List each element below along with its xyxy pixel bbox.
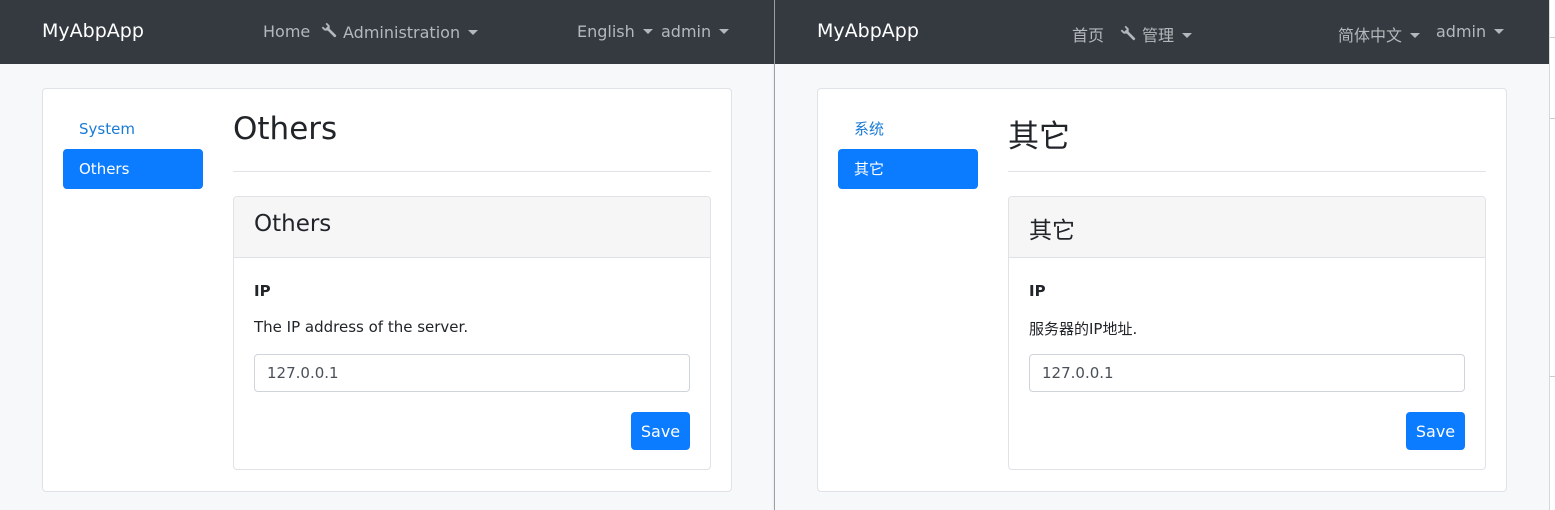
top-navbar: MyAbpApp 首页 管理 简体中文 admin [775, 0, 1549, 64]
sidebar-item-others[interactable]: 其它 [838, 149, 978, 189]
save-button[interactable]: Save [1406, 412, 1465, 450]
ip-field-description: 服务器的IP地址. [1029, 320, 1138, 338]
brand-link[interactable]: MyAbpApp [817, 20, 919, 42]
user-name: admin [1436, 22, 1487, 41]
caret-down-icon [642, 28, 653, 34]
ip-input[interactable] [1029, 354, 1465, 392]
wrench-icon [1120, 25, 1136, 41]
ip-field-label: IP [254, 282, 271, 300]
save-button[interactable]: Save [631, 412, 690, 450]
caret-down-icon [1410, 32, 1421, 38]
window-edge-divider [1550, 376, 1555, 377]
nav-home-link[interactable]: 首页 [1072, 22, 1104, 46]
caret-down-icon [468, 29, 479, 35]
nav-administration-dropdown[interactable]: 管理 [1120, 22, 1193, 46]
settings-group-panel: Others IP The IP address of the server. … [233, 196, 711, 470]
panel-title: Others [254, 211, 332, 237]
sidebar-item-others[interactable]: Others [63, 149, 203, 189]
chinese-app-window: MyAbpApp 首页 管理 简体中文 admin 系统 其它 其它 其它 IP [775, 0, 1549, 510]
panel-header: Others [234, 197, 710, 258]
ip-field-description: The IP address of the server. [254, 318, 469, 336]
user-menu-dropdown[interactable]: admin [661, 22, 730, 41]
nav-administration-label: 管理 [1142, 26, 1175, 45]
nav-home-link[interactable]: Home [263, 22, 310, 41]
window-edge-divider [1550, 37, 1555, 38]
settings-group-panel: 其它 IP 服务器的IP地址. Save [1008, 196, 1486, 470]
page-title: Others [233, 111, 338, 147]
page-title: 其它 [1008, 119, 1070, 155]
wrench-icon [321, 22, 337, 38]
ip-input[interactable] [254, 354, 690, 392]
title-divider [233, 171, 711, 172]
panel-title: 其它 [1029, 218, 1075, 244]
user-menu-dropdown[interactable]: admin [1436, 22, 1505, 41]
panel-header: 其它 [1009, 197, 1485, 258]
settings-card: 系统 其它 其它 其它 IP 服务器的IP地址. Save [817, 88, 1507, 492]
adjacent-window-edge [1549, 0, 1555, 510]
top-navbar: MyAbpApp Home Administration English adm… [0, 0, 774, 64]
caret-down-icon [1182, 32, 1193, 38]
language-label: 简体中文 [1338, 26, 1403, 45]
caret-down-icon [719, 28, 730, 34]
user-name: admin [661, 22, 712, 41]
window-edge-divider [1550, 118, 1555, 119]
nav-administration-dropdown[interactable]: Administration [321, 22, 479, 42]
settings-card: System Others Others Others IP The IP ad… [42, 88, 732, 492]
brand-link[interactable]: MyAbpApp [42, 20, 144, 42]
sidebar-item-system[interactable]: System [63, 109, 203, 149]
language-dropdown[interactable]: English [577, 22, 653, 41]
language-dropdown[interactable]: 简体中文 [1338, 22, 1421, 46]
sidebar-item-system[interactable]: 系统 [838, 109, 978, 149]
language-label: English [577, 22, 635, 41]
title-divider [1008, 171, 1486, 172]
nav-administration-label: Administration [343, 23, 461, 42]
english-app-window: MyAbpApp Home Administration English adm… [0, 0, 774, 510]
caret-down-icon [1494, 28, 1505, 34]
ip-field-label: IP [1029, 282, 1046, 300]
